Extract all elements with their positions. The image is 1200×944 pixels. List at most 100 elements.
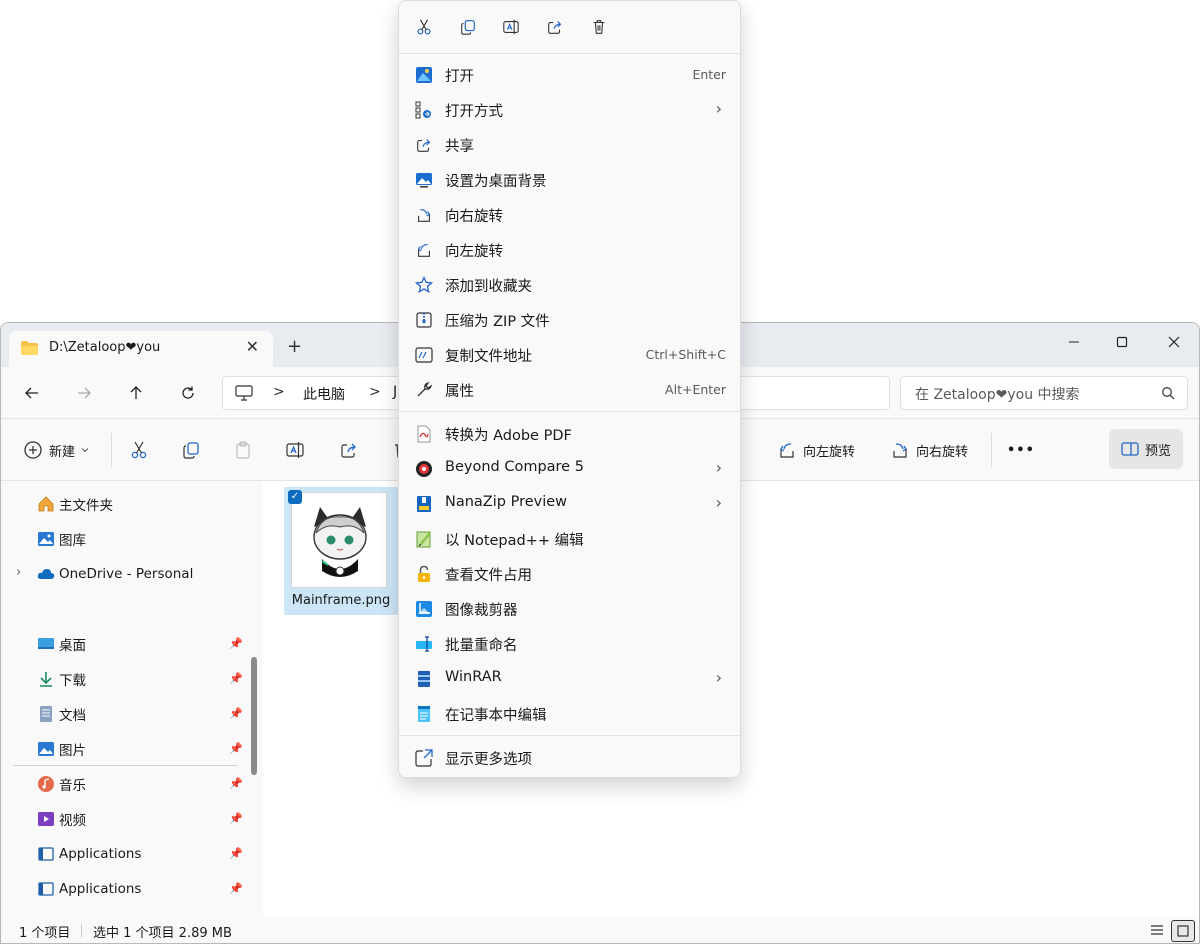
search-placeholder: 在 Zetaloop❤you 中搜索 [915,387,1080,403]
document-icon [37,705,55,723]
back-button[interactable] [18,379,46,407]
menu-item-open-with[interactable]: 打开方式 › [399,92,740,127]
lock-icon [415,565,433,583]
maximize-button[interactable] [1099,327,1145,357]
menu-item-label: 属性 [445,384,474,400]
copy-action[interactable] [456,15,480,39]
sidebar-item-music[interactable]: 音乐 [37,770,86,798]
rotate-left-button[interactable]: 向左旋转 [777,436,855,464]
sidebar-item-home[interactable]: 主文件夹 [37,490,113,518]
sidebar-item-downloads[interactable]: 下载 [37,665,86,693]
menu-item-add-favorites[interactable]: 添加到收藏夹 [399,267,740,302]
new-tab-button[interactable]: + [287,336,302,357]
menu-item-set-wallpaper[interactable]: 设置为桌面背景 [399,162,740,197]
share-action[interactable] [543,15,567,39]
home-icon [37,495,55,513]
pin-icon[interactable]: 📌 [229,777,243,790]
app-icon [37,880,55,898]
menu-item-convert-pdf[interactable]: 转换为 Adobe PDF [399,416,740,451]
sidebar-item-applications[interactable]: Applications [37,875,141,903]
sidebar-item-gallery[interactable]: 图库 [37,525,86,553]
cut-action[interactable] [412,15,436,39]
sidebar-item-label: 桌面 [59,638,86,654]
sidebar-scrollbar[interactable] [251,657,257,775]
sidebar-item-documents[interactable]: 文档 [37,700,86,728]
pdf-icon [415,425,433,443]
pin-icon[interactable]: 📌 [229,847,243,860]
rename-button[interactable] [285,436,305,464]
menu-item-nanazip[interactable]: NanaZip Preview › [399,486,740,521]
sidebar-item-desktop[interactable]: 桌面 [37,630,86,658]
menu-item-copy-path[interactable]: 复制文件地址 Ctrl+Shift+C [399,337,740,372]
menu-item-file-locks[interactable]: 查看文件占用 [399,556,740,591]
pin-icon[interactable]: 📌 [229,707,243,720]
menu-item-image-cropper[interactable]: 图像裁剪器 [399,591,740,626]
selection-checkbox[interactable]: ✓ [288,490,302,504]
menu-item-show-more-options[interactable]: 显示更多选项 [399,740,740,775]
expand-chevron-icon[interactable]: › [16,565,21,580]
menu-item-rotate-left[interactable]: 向左旋转 [399,232,740,267]
breadcrumb-separator[interactable]: > [273,384,285,400]
item-count: 1 个项目 [19,926,71,941]
sidebar-item-pictures[interactable]: 图片 [37,735,86,763]
file-item[interactable]: ✓ Mainframe.png [284,487,398,615]
rotate-right-button[interactable]: 向右旋转 [890,436,968,464]
menu-item-label: Beyond Compare 5 [445,459,584,475]
cut-icon [131,441,147,459]
pin-icon[interactable]: 📌 [229,742,243,755]
up-button[interactable] [122,379,150,407]
menu-item-label: 添加到收藏夹 [445,279,532,295]
context-menu: 打开 Enter 打开方式 › 共享 设置为桌面背景 向右旋转 向左旋转 添加到… [398,0,741,778]
delete-action[interactable] [587,15,611,39]
cut-button[interactable] [129,436,149,464]
minimize-button[interactable] [1051,327,1097,357]
tab-zetaloop[interactable]: D:\Zetaloop❤you ✕ [9,331,273,367]
rename-action[interactable] [499,15,523,39]
menu-item-properties[interactable]: 属性 Alt+Enter [399,372,740,407]
menu-item-notepadpp[interactable]: 以 Notepad++ 编辑 [399,521,740,556]
sidebar-item-applications[interactable]: Applications [37,840,141,868]
menu-item-open[interactable]: 打开 Enter [399,57,740,92]
pin-icon[interactable]: 📌 [229,882,243,895]
menu-item-label: 以 Notepad++ 编辑 [445,533,584,549]
pin-icon[interactable]: 📌 [229,672,243,685]
notepad-icon [415,705,433,723]
menu-item-label: 复制文件地址 [445,349,532,365]
music-icon [37,775,55,793]
app-icon [37,845,55,863]
refresh-button[interactable] [174,379,202,407]
sidebar-item-onedrive[interactable]: OneDrive - Personal [37,560,193,588]
search-box[interactable]: 在 Zetaloop❤you 中搜索 [900,376,1188,410]
more-button[interactable]: ••• [1007,436,1035,464]
menu-item-winrar[interactable]: WinRAR › [399,661,740,696]
file-name: Mainframe.png [291,593,391,608]
sidebar-divider [13,765,237,766]
menu-item-share[interactable]: 共享 [399,127,740,162]
pin-icon[interactable]: 📌 [229,637,243,650]
pin-icon[interactable]: 📌 [229,812,243,825]
tiles-view-button[interactable] [1171,920,1195,942]
menu-item-compress-zip[interactable]: 压缩为 ZIP 文件 [399,302,740,337]
menu-separator [399,411,740,412]
breadcrumb-this-pc[interactable]: 此电脑 [303,384,345,404]
new-button[interactable]: 新建 [23,436,89,464]
menu-item-batch-rename[interactable]: 批量重命名 [399,626,740,661]
preview-button[interactable]: 预览 [1109,429,1183,469]
tab-close-button[interactable]: ✕ [246,337,259,356]
breadcrumb-separator[interactable]: > [369,384,381,400]
sidebar-item-videos[interactable]: 视频 [37,805,86,833]
close-button[interactable] [1151,327,1197,357]
menu-item-beyond-compare[interactable]: Beyond Compare 5 › [399,451,740,486]
menu-item-label: 设置为桌面背景 [445,174,547,190]
details-view-icon[interactable] [1149,922,1165,938]
breadcrumb-drive[interactable]: J [393,384,397,400]
menu-item-edit-notepad[interactable]: 在记事本中编辑 [399,696,740,731]
copy-button[interactable] [181,436,201,464]
paste-button[interactable] [233,436,253,464]
menu-item-rotate-right[interactable]: 向右旋转 [399,197,740,232]
chevron-right-icon: › [715,668,722,687]
image-thumbnail [291,492,387,588]
forward-button[interactable] [70,379,98,407]
share-button[interactable] [339,436,359,464]
menu-item-shortcut: Ctrl+Shift+C [645,347,726,362]
